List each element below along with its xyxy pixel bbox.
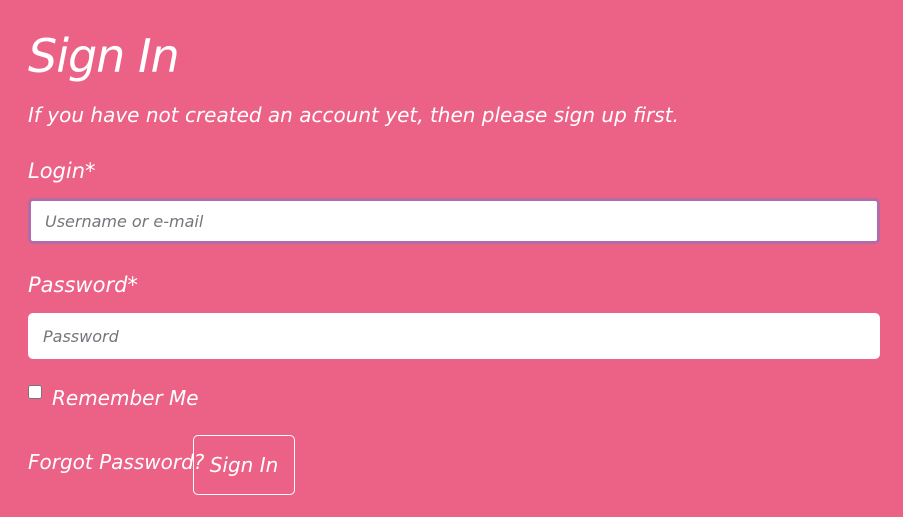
login-input[interactable] <box>31 201 877 241</box>
password-field[interactable] <box>28 313 880 359</box>
login-field[interactable] <box>28 198 880 244</box>
forgot-password-link[interactable]: Forgot Password? <box>28 447 204 477</box>
sign-up-instruction: If you have not created an account yet, … <box>28 103 679 127</box>
password-label: Password* <box>28 273 138 297</box>
page-title: Sign In <box>28 29 180 83</box>
login-label: Login* <box>28 159 96 183</box>
sign-in-page: Sign In If you have not created an accou… <box>28 0 880 517</box>
remember-me-label[interactable]: Remember Me <box>52 383 199 413</box>
remember-me-checkbox[interactable] <box>28 385 42 399</box>
password-input[interactable] <box>29 314 879 358</box>
sign-in-button[interactable]: Sign In <box>193 435 295 495</box>
remember-me-row[interactable]: Remember Me <box>28 383 248 417</box>
